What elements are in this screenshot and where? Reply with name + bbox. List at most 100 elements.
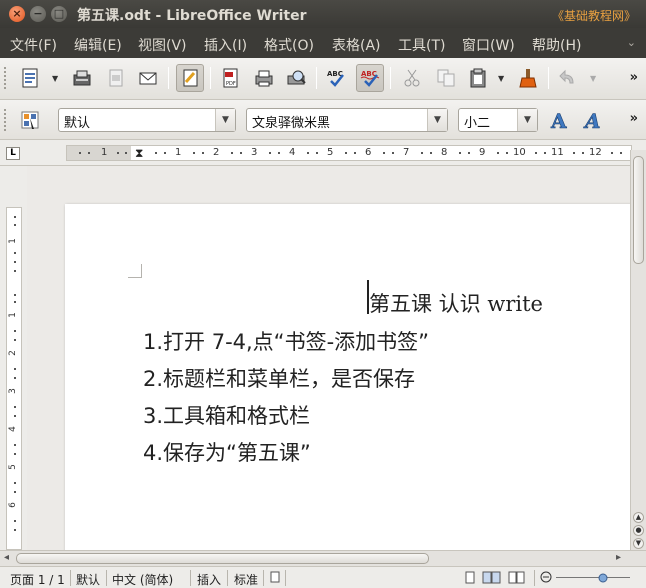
- next-page-icon[interactable]: ▼: [633, 538, 644, 549]
- ruler-label: 3: [251, 147, 258, 158]
- menu-format[interactable]: 格式(O): [264, 35, 314, 55]
- horizontal-scrollbar[interactable]: ◂ ▸: [0, 550, 646, 566]
- zoom-out-icon[interactable]: [540, 571, 552, 586]
- menu-window[interactable]: 窗口(W): [462, 35, 515, 55]
- paragraph-style-combo[interactable]: 默认 ▼: [58, 108, 236, 132]
- maximize-window-button[interactable]: □: [51, 6, 67, 22]
- paragraph-style-value: 默认: [64, 116, 91, 131]
- navigator-icon[interactable]: ●: [633, 525, 644, 536]
- copy-icon[interactable]: [432, 64, 460, 92]
- save-icon[interactable]: [68, 64, 96, 92]
- font-name-combo[interactable]: 文泉驿微米黑 ▼: [246, 108, 448, 132]
- cut-icon[interactable]: [398, 64, 426, 92]
- language-indicator[interactable]: 中文 (简体): [112, 571, 173, 588]
- text-boundary-corner: [128, 264, 142, 278]
- menu-table[interactable]: 表格(A): [332, 35, 381, 55]
- ruler-label: 1: [7, 238, 18, 244]
- menu-view[interactable]: 视图(V): [138, 35, 187, 55]
- new-dropdown-icon[interactable]: ▼: [52, 74, 58, 83]
- chevron-down-icon[interactable]: ▼: [517, 109, 537, 131]
- menu-edit[interactable]: 编辑(E): [74, 35, 122, 55]
- document-area[interactable]: 第五课 认识 write 1.打开 7-4,点“书签-添加书签” 2.标题栏和菜…: [27, 166, 630, 550]
- page-style-indicator[interactable]: 默认: [76, 571, 100, 588]
- print-icon[interactable]: [250, 64, 278, 92]
- menu-bar: 文件(F) 编辑(E) 视图(V) 插入(I) 格式(O) 表格(A) 工具(T…: [0, 28, 646, 58]
- svg-text:A: A: [550, 109, 567, 131]
- zoom-slider-track[interactable]: [556, 577, 630, 578]
- ruler-label: 7: [403, 147, 410, 158]
- ruler-label: 8: [441, 147, 448, 158]
- edit-mode-icon[interactable]: [176, 64, 204, 92]
- ruler-label: 1: [101, 147, 108, 158]
- ruler-label: 4: [289, 147, 296, 158]
- ruler-label: 6: [7, 502, 18, 508]
- horizontal-ruler[interactable]: 1 ⧗ 1 2 3 4 5 6 7 8 9 10 11 12: [66, 145, 632, 161]
- clone-format-icon[interactable]: [514, 64, 542, 92]
- single-page-view-icon[interactable]: [464, 571, 476, 587]
- font-name-value: 文泉驿微米黑: [252, 116, 331, 131]
- autospellcheck-icon[interactable]: ABC: [356, 64, 384, 92]
- font-bold-a-icon[interactable]: A: [546, 106, 574, 134]
- ruler-label: 2: [7, 350, 18, 356]
- svg-text:PDF: PDF: [226, 81, 236, 87]
- undo-icon[interactable]: [554, 64, 582, 92]
- book-view-icon[interactable]: [508, 571, 526, 587]
- toolbar-grip[interactable]: [3, 108, 7, 132]
- scroll-left-icon[interactable]: ◂: [4, 552, 9, 563]
- menu-tools[interactable]: 工具(T): [398, 35, 445, 55]
- ruler-label: 2: [213, 147, 220, 158]
- paste-icon[interactable]: [464, 64, 492, 92]
- font-size-value: 小二: [464, 116, 491, 131]
- menu-file[interactable]: 文件(F): [10, 35, 57, 55]
- insert-mode-indicator[interactable]: 插入: [197, 571, 221, 588]
- two-page-view-icon[interactable]: [482, 571, 502, 587]
- status-bar: 页面 1 / 1 默认 中文 (简体) 插入 标准: [0, 566, 646, 588]
- chevron-down-icon[interactable]: ▼: [215, 109, 235, 131]
- menu-insert[interactable]: 插入(I): [204, 35, 247, 55]
- ruler-label: 10: [513, 147, 526, 158]
- vertical-scrollbar[interactable]: ▲ ● ▼: [630, 150, 646, 550]
- document-line[interactable]: 3.工具箱和格式栏: [143, 400, 310, 430]
- ruler-label: 11: [551, 147, 564, 158]
- spellcheck-icon[interactable]: ABC: [322, 64, 350, 92]
- menu-help[interactable]: 帮助(H): [532, 35, 581, 55]
- paste-dropdown-icon[interactable]: ▼: [498, 74, 504, 83]
- close-window-button[interactable]: ×: [9, 6, 25, 22]
- indent-marker-icon[interactable]: ⧗: [135, 146, 143, 161]
- styles-formatting-icon[interactable]: [16, 106, 44, 134]
- undo-dropdown-icon[interactable]: ▼: [590, 74, 596, 83]
- email-icon[interactable]: [134, 64, 162, 92]
- font-size-combo[interactable]: 小二 ▼: [458, 108, 538, 132]
- ruler-label: 9: [479, 147, 486, 158]
- document-line[interactable]: 4.保存为“第五课”: [143, 437, 311, 467]
- tab-stop-selector[interactable]: L: [6, 147, 20, 160]
- selection-mode-indicator[interactable]: 标准: [234, 571, 258, 588]
- document-title[interactable]: 第五课 认识 write: [369, 288, 543, 318]
- new-document-icon[interactable]: [16, 64, 44, 92]
- chevron-down-icon[interactable]: ▼: [427, 109, 447, 131]
- minimize-window-button[interactable]: −: [30, 6, 46, 22]
- previous-page-icon[interactable]: ▲: [633, 512, 644, 523]
- watermark-text: 《基础教程网》: [551, 9, 636, 23]
- toolbar-grip[interactable]: [3, 66, 7, 90]
- svg-text:A: A: [583, 109, 601, 131]
- page-indicator[interactable]: 页面 1 / 1: [10, 571, 65, 588]
- menu-overflow-icon[interactable]: ⌄: [627, 36, 636, 49]
- vertical-ruler[interactable]: 1 1 2 3 4 5 6: [6, 207, 22, 550]
- ruler-label: 3: [7, 388, 18, 394]
- horizontal-scroll-thumb[interactable]: [16, 553, 429, 564]
- font-italic-a-icon[interactable]: A: [580, 106, 608, 134]
- vertical-scroll-thumb[interactable]: [633, 156, 644, 264]
- ruler-label: 1: [175, 147, 182, 158]
- zoom-slider-thumb-icon[interactable]: [598, 572, 608, 587]
- document-line[interactable]: 1.打开 7-4,点“书签-添加书签”: [143, 326, 429, 356]
- toolbar-more-icon[interactable]: »: [630, 111, 638, 126]
- print-preview-icon[interactable]: [282, 64, 310, 92]
- edit-file-icon[interactable]: [102, 64, 130, 92]
- document-line[interactable]: 2.标题栏和菜单栏，是否保存: [143, 363, 415, 393]
- toolbar-more-icon[interactable]: »: [630, 70, 638, 85]
- document-page[interactable]: 第五课 认识 write 1.打开 7-4,点“书签-添加书签” 2.标题栏和菜…: [65, 204, 630, 550]
- ruler-label: 5: [327, 147, 334, 158]
- scroll-right-icon[interactable]: ▸: [616, 552, 621, 563]
- export-pdf-icon[interactable]: PDF: [216, 64, 244, 92]
